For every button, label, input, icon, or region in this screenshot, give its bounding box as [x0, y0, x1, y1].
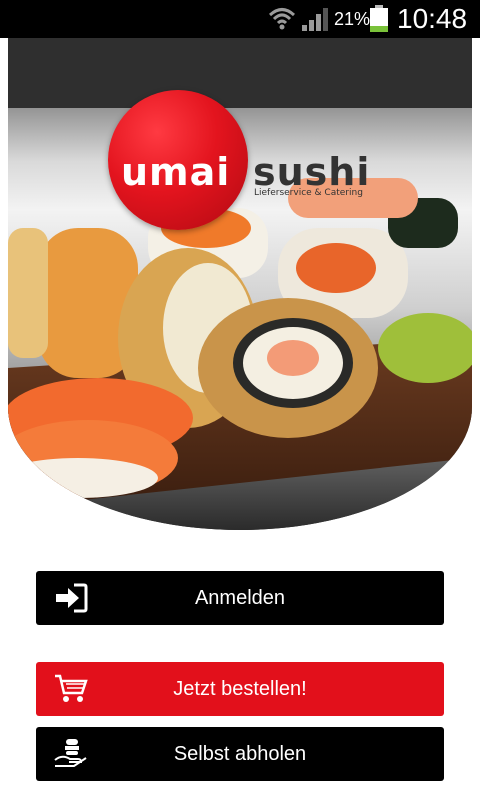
sign-in-icon — [56, 583, 88, 613]
login-button[interactable]: Anmelden — [36, 571, 444, 625]
clock: 10:48 — [397, 3, 468, 34]
takeaway-hand-icon — [54, 739, 87, 767]
pickup-button-label: Selbst abholen — [173, 742, 307, 765]
order-now-button[interactable]: Jetzt bestellen! — [36, 662, 444, 716]
wifi-icon — [268, 8, 296, 30]
hero-image: umai sushi Lieferservice & Catering — [8, 38, 472, 530]
status-bar: 21% 10:48 — [0, 0, 480, 38]
shopping-cart-icon — [55, 674, 88, 702]
battery-percent: 21% — [334, 9, 371, 29]
signal-icon — [302, 8, 328, 31]
order-now-button-label: Jetzt bestellen! — [173, 677, 307, 700]
battery-icon — [370, 5, 388, 32]
login-button-label: Anmelden — [194, 586, 286, 609]
logo-tagline: Lieferservice & Catering — [254, 188, 363, 198]
pickup-button[interactable]: Selbst abholen — [36, 727, 444, 781]
logo-brand-umai: umai — [121, 150, 231, 194]
